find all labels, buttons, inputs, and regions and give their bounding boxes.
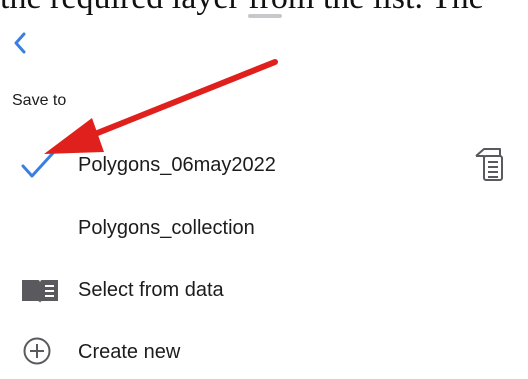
layer-option-polygons-06may2022[interactable]: Polygons_06may2022 xyxy=(0,140,528,190)
create-new-button[interactable]: Create new xyxy=(0,327,528,377)
chevron-left-icon xyxy=(14,32,26,54)
back-button[interactable] xyxy=(8,30,32,56)
checkmark-icon xyxy=(21,151,55,178)
layer-option-label: Polygons_collection xyxy=(78,216,255,239)
create-new-label: Create new xyxy=(78,340,181,363)
plus-circle-icon xyxy=(23,337,51,365)
layer-info-icon[interactable] xyxy=(470,144,510,184)
book-icon xyxy=(22,280,58,303)
sheet-grabber[interactable] xyxy=(248,14,282,18)
layer-option-label: Polygons_06may2022 xyxy=(78,153,276,176)
layer-option-polygons-collection[interactable]: Polygons_collection xyxy=(0,203,528,253)
save-to-label: Save to xyxy=(12,92,67,109)
select-from-data-label: Select from data xyxy=(78,278,224,301)
select-from-data-button[interactable]: Select from data xyxy=(0,265,528,315)
